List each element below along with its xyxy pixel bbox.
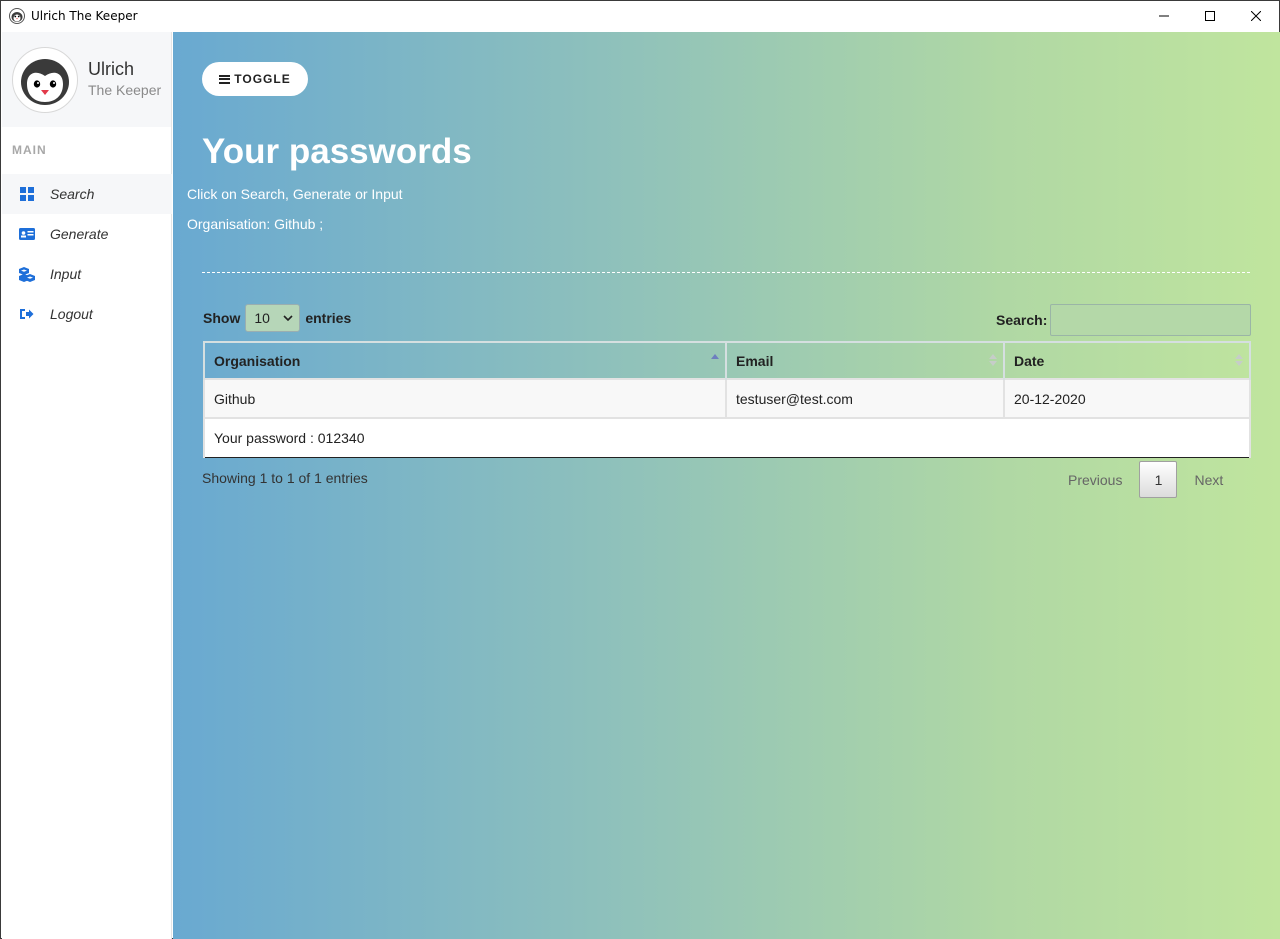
sidebar-nav: Search Generate Input Logout — [2, 174, 172, 334]
minimize-icon — [1159, 15, 1169, 17]
page-size-value: 10 — [254, 310, 270, 326]
sidebar-item-input[interactable]: Input — [2, 254, 172, 294]
penguin-avatar-icon — [21, 59, 69, 105]
previous-button[interactable]: Previous — [1068, 472, 1122, 488]
avatar — [12, 47, 78, 113]
pagination: Previous 1 Next — [1068, 461, 1223, 498]
id-card-icon — [19, 226, 35, 242]
close-icon — [1251, 11, 1261, 21]
penguin-icon — [9, 8, 25, 24]
sidebar: Ulrich The Keeper MAIN Search Generate I… — [2, 32, 172, 939]
table-header-row: Organisation Email Date — [203, 341, 1251, 380]
column-header-organisation[interactable]: Organisation — [203, 341, 727, 380]
sign-out-icon — [19, 306, 35, 322]
sidebar-item-generate[interactable]: Generate — [2, 214, 172, 254]
window-title: Ulrich The Keeper — [31, 9, 138, 23]
table-info: Showing 1 to 1 of 1 entries — [202, 470, 368, 486]
table-row[interactable]: Github testuser@test.com 20-12-2020 — [203, 378, 1251, 419]
toggle-label: TOGGLE — [234, 72, 291, 86]
sort-both-icon — [989, 354, 997, 366]
title-bar: Ulrich The Keeper — [1, 1, 1279, 31]
profile-subtitle: The Keeper — [88, 82, 162, 98]
organisation-summary: Organisation: Github ; — [187, 216, 324, 232]
column-header-email[interactable]: Email — [725, 341, 1005, 380]
grid-icon — [19, 186, 35, 202]
chevron-down-icon — [283, 315, 293, 321]
hamburger-icon — [219, 74, 231, 84]
next-button[interactable]: Next — [1194, 472, 1223, 488]
sidebar-item-label: Logout — [50, 306, 93, 322]
cell-email: testuser@test.com — [725, 378, 1005, 419]
instruction-text: Click on Search, Generate or Input — [187, 186, 403, 202]
page-button-1[interactable]: 1 — [1139, 461, 1178, 498]
section-label-main: MAIN — [12, 143, 47, 157]
table-search: Search: — [996, 304, 1252, 336]
profile-name: Ulrich — [88, 59, 135, 79]
cell-organisation: Github — [203, 378, 727, 419]
page-length-control: Show 10 entries — [203, 304, 351, 332]
dashed-divider — [202, 272, 1250, 273]
cell-date: 20-12-2020 — [1003, 378, 1251, 419]
profile-card: Ulrich The Keeper — [2, 32, 171, 127]
window-controls — [1141, 1, 1279, 31]
search-label: Search: — [996, 312, 1048, 328]
page-title: Your passwords — [202, 132, 472, 171]
search-input[interactable] — [1050, 304, 1252, 336]
sort-ascending-icon — [711, 354, 719, 359]
maximize-button[interactable] — [1187, 1, 1233, 31]
cubes-icon — [19, 266, 35, 282]
sidebar-item-label: Input — [50, 266, 82, 282]
minimize-button[interactable] — [1141, 1, 1187, 31]
column-header-date[interactable]: Date — [1003, 341, 1251, 380]
app-window: Ulrich The Keeper Ulrich The Keeper MAIN… — [0, 0, 1280, 939]
passwords-table: Organisation Email Date Github testuser@… — [203, 341, 1251, 458]
password-detail: Your password : 012340 — [203, 417, 1251, 458]
show-label: Show — [203, 310, 241, 326]
main-content: TOGGLE Your passwords Click on Search, G… — [173, 32, 1280, 939]
toggle-button[interactable]: TOGGLE — [202, 62, 308, 96]
sidebar-item-search[interactable]: Search — [2, 174, 172, 214]
page-size-select[interactable]: 10 — [245, 304, 301, 332]
sort-both-icon — [1235, 354, 1243, 366]
sidebar-item-logout[interactable]: Logout — [2, 294, 172, 334]
close-button[interactable] — [1233, 1, 1279, 31]
entries-label: entries — [305, 310, 352, 326]
sidebar-item-label: Search — [50, 186, 95, 202]
table-row-detail: Your password : 012340 — [203, 417, 1251, 458]
sidebar-item-label: Generate — [50, 226, 109, 242]
maximize-icon — [1205, 11, 1215, 21]
